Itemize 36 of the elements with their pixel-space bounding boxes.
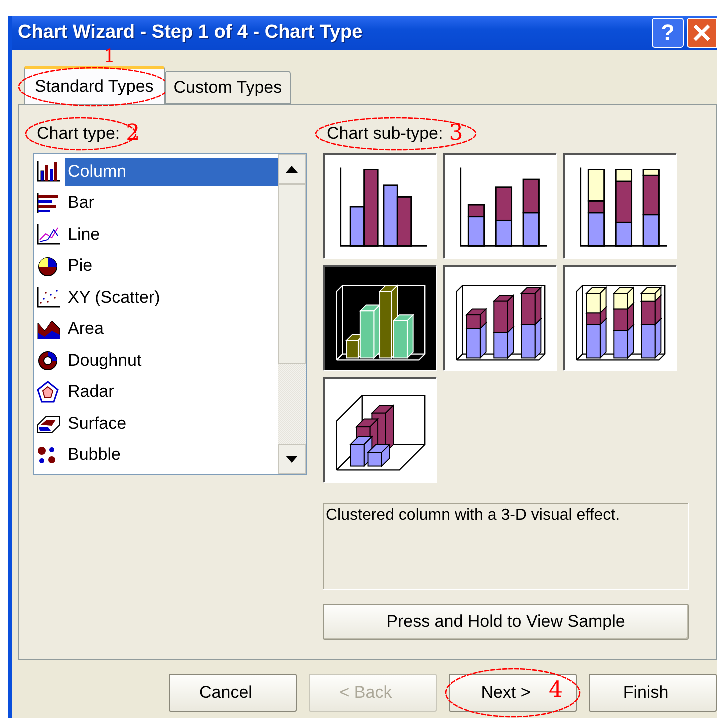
list-item[interactable]: Pie [65, 252, 278, 280]
close-button[interactable] [687, 18, 717, 48]
list-item[interactable]: Bubble [65, 441, 278, 470]
list-item[interactable]: Radar [65, 378, 278, 406]
chart-type-icon [36, 159, 61, 184]
view-sample-button[interactable]: Press and Hold to View Sample [323, 604, 689, 640]
list-item[interactable]: Line [65, 220, 278, 249]
close-icon [693, 24, 711, 42]
window-title: Chart Wizard - Step 1 of 4 - Chart Type [18, 22, 363, 44]
list-item[interactable]: Area [65, 315, 278, 344]
chart-type-icon [36, 190, 61, 216]
list-item[interactable]: XY (Scatter) [65, 284, 278, 312]
scroll-up-button[interactable] [278, 154, 306, 184]
description-text: Clustered column with a 3-D visual effect. [323, 503, 689, 590]
chart-type-icon [36, 285, 61, 310]
tab[interactable]: Custom Types [164, 71, 292, 104]
dialog-button[interactable]: Finish [589, 674, 717, 712]
tab[interactable]: Standard Types [24, 66, 165, 104]
annotation-number: 4 [549, 680, 563, 702]
list-item[interactable]: Bar [65, 189, 278, 218]
list-item[interactable]: Surface [65, 410, 278, 438]
scrollbar[interactable] [278, 154, 306, 474]
annotation-number: 3 [449, 123, 464, 145]
chart-type-label: Chart type: [37, 124, 120, 144]
list-item[interactable]: Doughnut [65, 346, 278, 375]
dialog-button[interactable]: Cancel [169, 674, 297, 712]
annotation-number: 1 [104, 48, 116, 66]
list-item[interactable]: Column [65, 158, 278, 186]
chart-subtype-label: Chart sub-type: [327, 124, 444, 144]
up-arrow-icon [286, 166, 298, 172]
down-arrow-icon [286, 456, 298, 462]
help-button[interactable]: ? [652, 18, 684, 48]
scrollbar-thumb[interactable] [278, 184, 306, 364]
scroll-down-button[interactable] [278, 444, 306, 474]
chart-type-icon [36, 380, 61, 405]
chart-type-icon [36, 222, 61, 248]
